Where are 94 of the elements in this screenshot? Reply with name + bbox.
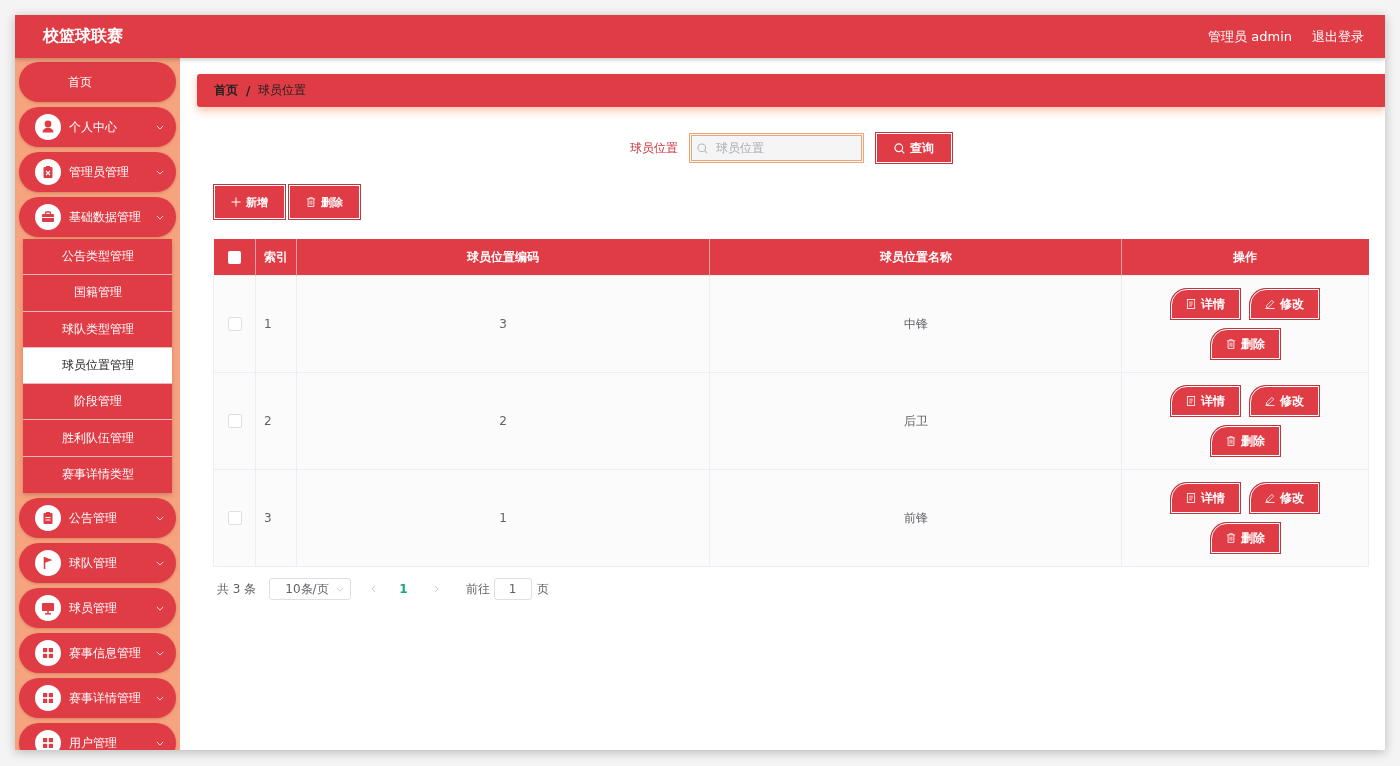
breadcrumb-item: 球员位置 xyxy=(258,82,307,99)
submenu-item[interactable]: 胜利队伍管理 xyxy=(23,420,172,457)
table-cell: 2 xyxy=(255,372,297,470)
user-name: 管理员 admin xyxy=(1208,27,1292,46)
sidebar-menu[interactable]: 赛事信息管理 xyxy=(19,633,176,674)
plus-icon xyxy=(231,197,241,207)
person-icon xyxy=(35,114,61,140)
row-checkbox[interactable] xyxy=(227,414,242,429)
trash-icon xyxy=(1225,436,1236,446)
chevron-down-icon xyxy=(156,695,164,701)
column-header: 操作 xyxy=(1121,239,1369,276)
row-checkbox[interactable] xyxy=(227,511,242,526)
search-icon xyxy=(894,142,905,154)
search-label: 球员位置 xyxy=(630,139,678,157)
pencil-icon xyxy=(1265,299,1275,309)
document-icon xyxy=(1186,299,1196,309)
app-title: 校篮球联赛 xyxy=(43,26,123,47)
trash-icon xyxy=(1225,339,1236,349)
chevron-down-icon xyxy=(156,650,164,656)
submenu-item[interactable]: 国籍管理 xyxy=(23,275,172,312)
pencil-icon xyxy=(1265,396,1275,406)
chevron-down-icon xyxy=(156,560,164,566)
sidebar-menu[interactable]: 球员管理 xyxy=(19,588,176,629)
query-button[interactable]: 查询 xyxy=(876,133,952,163)
submenu-item[interactable]: 阶段管理 xyxy=(23,384,172,421)
goto-label: 前往 xyxy=(465,580,490,598)
pencil-icon xyxy=(1265,493,1275,503)
column-header: 球员位置编码 xyxy=(296,239,710,276)
edit-button[interactable]: 修改 xyxy=(1250,483,1319,513)
add-button[interactable]: 新增 xyxy=(214,185,285,219)
delete-button[interactable]: 删除 xyxy=(289,185,360,219)
grid-icon xyxy=(35,730,61,750)
table-cell: 3 xyxy=(255,469,297,567)
chevron-down-icon xyxy=(156,169,164,175)
page-suffix: 页 xyxy=(536,580,549,598)
grid-icon xyxy=(35,640,61,667)
sidebar-menu[interactable]: 公告管理 xyxy=(19,498,176,539)
chevron-down-icon xyxy=(156,605,164,611)
document-icon xyxy=(1186,396,1196,406)
caret-down-icon xyxy=(336,586,345,592)
briefcase-icon xyxy=(35,204,61,230)
column-header: 索引 xyxy=(255,239,297,276)
sidebar-menu[interactable]: 基础数据管理 xyxy=(19,197,176,237)
search-icon xyxy=(697,143,708,154)
delete-button[interactable]: 删除 xyxy=(1210,523,1280,553)
document-icon xyxy=(1186,493,1196,503)
submenu-item[interactable]: 赛事详情类型 xyxy=(23,456,172,494)
flag-icon xyxy=(35,550,61,577)
trash-icon xyxy=(306,197,316,207)
detail-button[interactable]: 详情 xyxy=(1171,289,1240,319)
page-size-select[interactable]: 10条/页 xyxy=(269,578,352,600)
submenu-item[interactable]: 球员位置管理 xyxy=(23,347,172,385)
detail-button[interactable]: 详情 xyxy=(1171,386,1240,416)
select-all-checkbox[interactable] xyxy=(227,251,241,264)
clipboard-icon xyxy=(35,505,61,532)
submenu-item[interactable]: 球队类型管理 xyxy=(23,311,172,348)
chevron-down-icon xyxy=(156,740,164,746)
column-header: 球员位置名称 xyxy=(709,239,1122,276)
grid-icon xyxy=(35,685,61,712)
search-field[interactable]: 球员位置 xyxy=(689,133,864,163)
total-count: 共 3 条 xyxy=(217,580,257,598)
chevron-down-icon xyxy=(156,124,164,130)
table-cell: 后卫 xyxy=(709,372,1122,470)
logout-link[interactable]: 退出登录 xyxy=(1312,27,1364,46)
edit-button[interactable]: 修改 xyxy=(1250,289,1319,319)
submenu-item[interactable]: 公告类型管理 xyxy=(23,239,172,276)
chevron-down-icon xyxy=(156,515,164,521)
sidebar-menu[interactable]: 管理员管理 xyxy=(19,152,176,192)
detail-button[interactable]: 详情 xyxy=(1171,483,1240,513)
delete-button[interactable]: 删除 xyxy=(1210,426,1280,456)
monitor-icon xyxy=(35,595,61,622)
sidebar-menu[interactable]: 个人中心 xyxy=(19,107,176,147)
row-checkbox[interactable] xyxy=(227,317,242,332)
clipboard-icon xyxy=(35,159,61,185)
sidebar-menu[interactable]: 用户管理 xyxy=(19,723,176,750)
table-cell: 3 xyxy=(296,275,710,373)
page-jump-field[interactable]: 1 xyxy=(493,578,532,600)
chevron-right-icon[interactable] xyxy=(433,585,439,593)
page-number[interactable]: 1 xyxy=(399,582,408,596)
table-cell: 2 xyxy=(296,372,710,470)
table-cell: 前锋 xyxy=(709,469,1122,567)
chevron-down-icon xyxy=(156,214,164,220)
sidebar-menu[interactable]: 赛事详情管理 xyxy=(19,678,176,719)
table-cell: 中锋 xyxy=(709,275,1122,373)
chevron-left-icon[interactable] xyxy=(371,585,377,593)
trash-icon xyxy=(1225,533,1236,543)
table-cell: 1 xyxy=(255,275,297,373)
breadcrumb-separator: / xyxy=(246,83,251,98)
edit-button[interactable]: 修改 xyxy=(1250,386,1319,416)
sidebar-item[interactable]: 首页 xyxy=(19,62,176,102)
table-cell: 1 xyxy=(296,469,710,567)
sidebar-menu[interactable]: 球队管理 xyxy=(19,543,176,584)
delete-button[interactable]: 删除 xyxy=(1210,329,1280,359)
breadcrumb-item[interactable]: 首页 xyxy=(214,82,238,99)
